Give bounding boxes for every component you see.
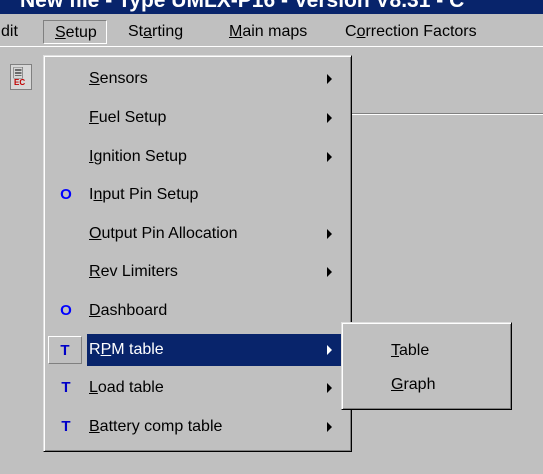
menu-glyph <box>47 256 85 288</box>
submenu-item-label: Graph <box>391 376 436 393</box>
menu-item-label: Ignition Setup <box>89 148 187 165</box>
menu-item-label: Load table <box>89 379 164 396</box>
submenu-arrow-icon <box>327 267 332 277</box>
toolbar-divider-highlight <box>352 114 543 115</box>
submenu-arrow-icon <box>327 113 332 123</box>
table-t-icon: T <box>61 379 71 396</box>
submenu-item-graph[interactable]: Graph <box>345 370 505 400</box>
menu-glyph <box>47 63 85 95</box>
option-o-icon: O <box>60 186 72 203</box>
ecu-toolbar-icon[interactable]: 🗏 EC <box>10 64 32 90</box>
window-title: New file - Type UMLX-P16 - Version V8.31… <box>20 0 465 12</box>
menu-edit[interactable]: dit <box>0 21 21 43</box>
menu-starting[interactable]: Starting <box>125 21 186 43</box>
menu-item-label: Rev Limiters <box>89 263 178 280</box>
title-bar: New file - Type UMLX-P16 - Version V8.31… <box>0 0 543 14</box>
menu-item-label: Output Pin Allocation <box>89 225 238 242</box>
menu-item-dashboard[interactable]: O Dashboard <box>47 295 348 327</box>
menu-item-battery-comp-table[interactable]: T Battery comp table <box>47 411 348 443</box>
menu-item-label: Input Pin Setup <box>89 186 199 203</box>
menu-glyph <box>47 141 85 173</box>
option-o-icon: O <box>60 302 72 319</box>
menu-item-ignition-setup[interactable]: Ignition Setup <box>47 141 348 173</box>
submenu-arrow-icon <box>327 383 332 393</box>
submenu-item-table[interactable]: Table <box>345 336 505 366</box>
rpm-table-submenu: Table Graph <box>341 322 512 410</box>
menu-item-label: Sensors <box>89 70 148 87</box>
setup-menu: Sensors Fuel Setup Ignition Setup O Inpu… <box>43 55 352 452</box>
menu-item-input-pin-setup[interactable]: O Input Pin Setup <box>47 179 348 211</box>
menu-item-load-table[interactable]: T Load table <box>47 372 348 404</box>
menu-item-label: Fuel Setup <box>89 109 167 126</box>
submenu-arrow-icon <box>327 74 332 84</box>
menu-bar: dit Setup Starting Main maps Correction … <box>0 14 543 46</box>
menu-glyph <box>47 218 85 250</box>
menu-item-sensors[interactable]: Sensors <box>47 63 348 95</box>
submenu-item-label: Table <box>391 342 430 359</box>
menu-item-rev-limiters[interactable]: Rev Limiters <box>47 256 348 288</box>
menu-item-label: RPM table <box>89 341 164 358</box>
menu-main-maps[interactable]: Main maps <box>226 21 310 43</box>
menu-item-rpm-table[interactable]: T RPM table <box>47 334 348 366</box>
menu-item-fuel-setup[interactable]: Fuel Setup <box>47 102 348 134</box>
menu-glyph <box>47 102 85 134</box>
menu-item-label: Battery comp table <box>89 418 223 435</box>
submenu-arrow-icon <box>327 345 332 355</box>
menu-item-output-pin-allocation[interactable]: Output Pin Allocation <box>47 218 348 250</box>
submenu-arrow-icon <box>327 229 332 239</box>
submenu-arrow-icon <box>327 422 332 432</box>
submenu-arrow-icon <box>327 152 332 162</box>
table-t-icon: T <box>61 418 71 435</box>
menu-setup[interactable]: Setup <box>43 20 107 44</box>
toolbar-icon-label: EC <box>14 78 26 87</box>
menu-correction-factors[interactable]: Correction Factors <box>342 21 480 43</box>
menu-item-label: Dashboard <box>89 302 168 319</box>
table-t-icon: T <box>48 336 82 364</box>
